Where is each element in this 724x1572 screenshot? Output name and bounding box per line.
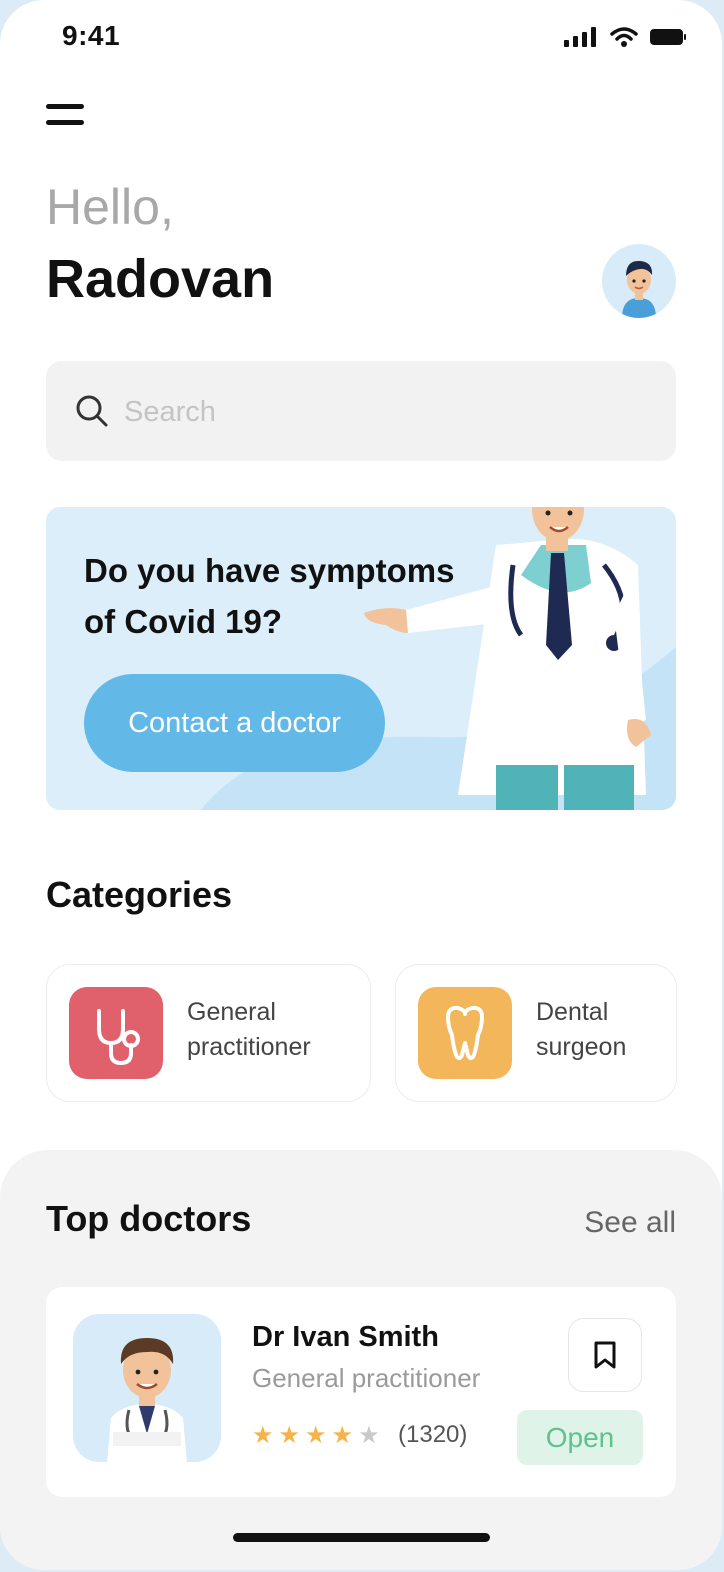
star-icon: ★	[278, 1422, 301, 1449]
star-icon: ★	[252, 1422, 274, 1449]
category-icon-bg	[69, 987, 163, 1079]
star-icon: ★	[305, 1422, 327, 1449]
doctor-portrait-icon	[107, 1338, 187, 1462]
search-input[interactable]	[122, 389, 646, 435]
menu-icon[interactable]	[46, 104, 86, 126]
wifi-icon	[610, 27, 638, 47]
star-icon: ★	[331, 1422, 354, 1449]
top-doctors-title: Top doctors	[46, 1198, 252, 1239]
bookmark-button[interactable]	[568, 1318, 642, 1392]
signal-icon	[564, 27, 596, 47]
category-label: General practitioner	[187, 998, 311, 1061]
review-count: (1320)	[398, 1421, 468, 1448]
category-label: Dental surgeon	[536, 998, 627, 1061]
home-indicator[interactable]	[233, 1533, 490, 1542]
doctor-photo	[73, 1314, 221, 1462]
status-badge: Open	[517, 1410, 643, 1465]
categories-title: Categories	[46, 874, 233, 915]
status-time: 9:41	[62, 20, 121, 51]
doctor-illustration	[364, 507, 651, 810]
rating-stars: ★ ★ ★ ★ ★	[252, 1423, 380, 1449]
battery-icon	[650, 29, 686, 45]
doctor-name: Dr Ivan Smith	[252, 1321, 439, 1353]
search-icon	[76, 395, 108, 427]
contact-doctor-button[interactable]: Contact a doctor	[84, 674, 385, 772]
doctor-specialty: General practitioner	[252, 1363, 481, 1393]
category-dental-surgeon[interactable]: Dental surgeon	[395, 964, 677, 1102]
user-name: Radovan	[46, 249, 275, 309]
stethoscope-icon	[97, 1009, 140, 1066]
covid-banner: Do you have symptoms of Covid 19? Contac…	[46, 507, 676, 810]
bookmark-icon	[594, 1341, 616, 1369]
user-avatar-icon	[622, 260, 656, 318]
avatar[interactable]	[602, 244, 676, 318]
top-doctors-section: Top doctors See all Dr Ivan Smith Genera…	[0, 1150, 722, 1570]
star-icon: ★	[358, 1422, 380, 1449]
search-bar[interactable]	[46, 361, 676, 461]
see-all-link[interactable]: See all	[584, 1206, 676, 1240]
greeting-hello: Hello,	[46, 179, 174, 235]
category-general-practitioner[interactable]: General practitioner	[46, 964, 371, 1102]
category-icon-bg	[418, 987, 512, 1079]
app-screen: 9:41 Hello, Radovan Search Do you have s…	[0, 0, 722, 1570]
doctor-card[interactable]: Dr Ivan Smith General practitioner ★ ★ ★…	[46, 1287, 676, 1497]
status-icons	[564, 26, 686, 48]
tooth-icon	[446, 1005, 484, 1061]
